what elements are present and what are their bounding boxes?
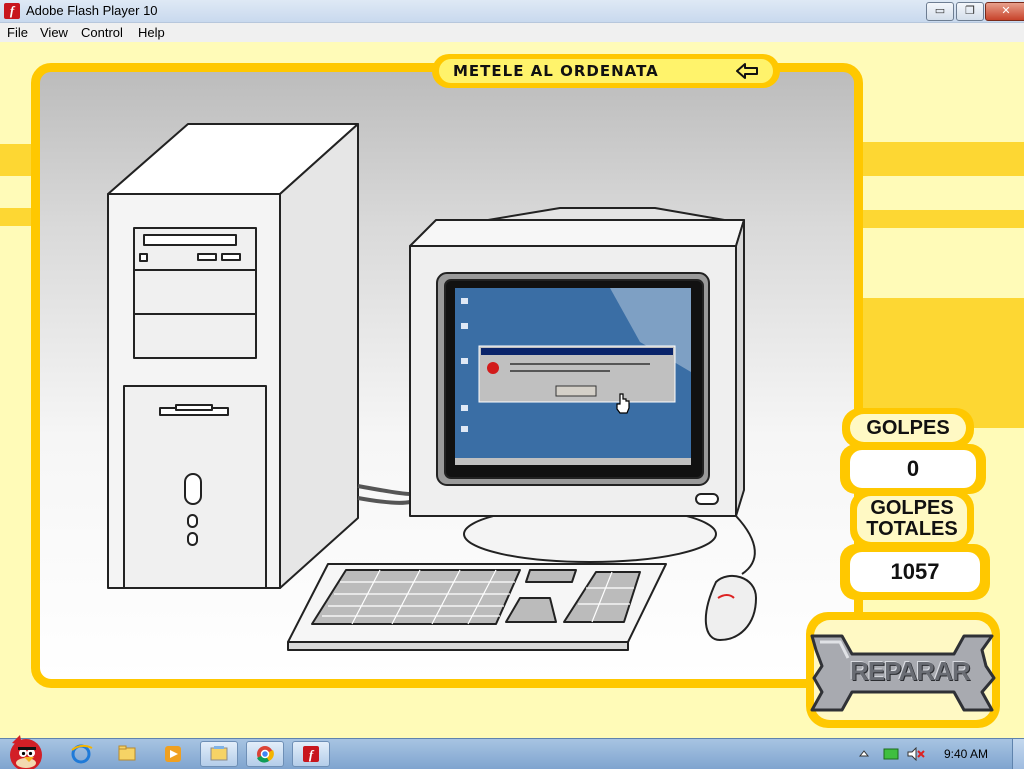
hits-label-pill: GOLPES xyxy=(842,408,974,448)
total-hits-label: GOLPES TOTALES xyxy=(857,496,967,542)
menu-control[interactable]: Control xyxy=(81,25,123,40)
hits-label: GOLPES xyxy=(850,414,966,442)
flash-app-icon: f xyxy=(4,3,20,19)
total-hits-value-box: 1057 xyxy=(840,544,990,600)
total-hits-value: 1057 xyxy=(850,552,980,592)
flash-stage[interactable]: METELE AL ORDENATA GOLPES 0 GOLPES TOTAL… xyxy=(0,42,1024,738)
game-title: METELE AL ORDENATA xyxy=(453,62,659,80)
repair-label: REPARAR xyxy=(850,656,971,686)
hits-value-box: 0 xyxy=(840,444,986,494)
library-icon[interactable] xyxy=(200,741,238,767)
back-arrow-icon[interactable] xyxy=(735,62,761,80)
close-button[interactable]: ✕ xyxy=(985,2,1024,21)
chrome-icon[interactable] xyxy=(246,741,284,767)
total-hits-label-line2: TOTALES xyxy=(866,518,958,540)
restore-button[interactable]: ❐ xyxy=(956,2,984,21)
total-hits-label-pill: GOLPES TOTALES xyxy=(850,490,974,548)
total-hits-label-line1: GOLPES xyxy=(870,497,954,519)
flash-player-icon[interactable]: f xyxy=(292,741,330,767)
menu-view[interactable]: View xyxy=(40,25,68,40)
taskbar-clock[interactable]: 9:40 AM xyxy=(944,747,988,761)
internet-explorer-icon[interactable] xyxy=(62,741,100,767)
network-icon[interactable] xyxy=(883,747,899,761)
minimize-button[interactable]: ▭ xyxy=(926,2,954,21)
hits-value: 0 xyxy=(850,450,976,488)
angry-birds-start-icon[interactable] xyxy=(2,733,48,769)
window-title: Adobe Flash Player 10 xyxy=(26,3,158,18)
repair-button[interactable]: REPARAR xyxy=(806,612,1000,728)
menu-file[interactable]: File xyxy=(7,25,28,40)
show-hidden-icons-icon[interactable] xyxy=(858,748,870,760)
show-desktop-button[interactable] xyxy=(1012,739,1024,769)
volume-muted-icon[interactable] xyxy=(907,747,925,761)
menu-help[interactable]: Help xyxy=(138,25,165,40)
taskbar: f 9:40 AM xyxy=(0,735,1024,769)
game-title-banner: METELE AL ORDENATA xyxy=(432,54,780,88)
media-player-icon[interactable] xyxy=(154,741,192,767)
window-titlebar[interactable]: f Adobe Flash Player 10 ▭ ❐ ✕ xyxy=(0,0,1024,23)
folder-icon[interactable] xyxy=(108,741,146,767)
menu-bar: File View Control Help xyxy=(0,23,1024,43)
